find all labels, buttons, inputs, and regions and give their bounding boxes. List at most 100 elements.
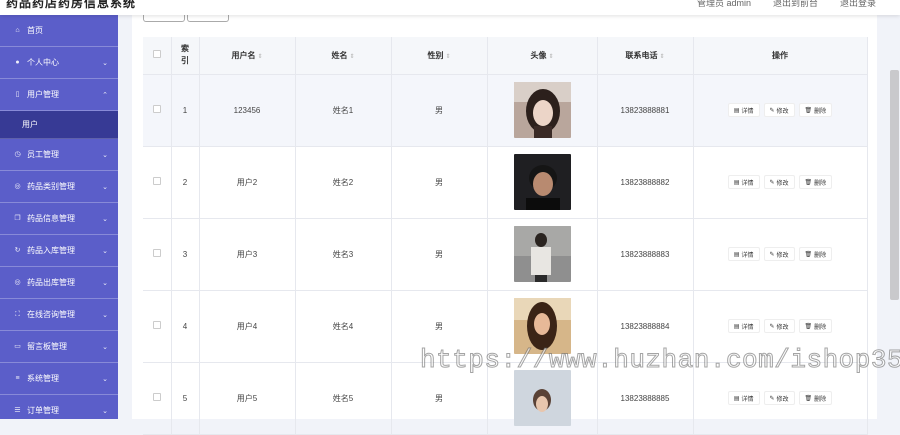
top-header: 药品药店药房信息系统 管理员 admin 退出到前台 退出登录 xyxy=(0,0,900,15)
detail-button[interactable]: ▤ 详情 xyxy=(727,391,760,405)
sidebar-item-label: 留言板管理 xyxy=(27,342,67,351)
row-select-cell xyxy=(143,290,172,363)
edit-label: 修改 xyxy=(776,396,789,403)
delete-button[interactable]: 🗑 删除 xyxy=(798,391,833,405)
trash-icon: 🗑 xyxy=(804,395,813,402)
row-checkbox[interactable] xyxy=(152,177,161,185)
delete-label: 删除 xyxy=(814,396,827,403)
column-header-gender[interactable]: 性别 ⇕ xyxy=(391,37,488,75)
cell-index: 1 xyxy=(171,74,200,147)
detail-button[interactable]: ▤ 详情 xyxy=(727,175,760,189)
list-icon: ☰ xyxy=(14,407,21,414)
table-row: 3 用户3 姓名3 男 13823888883 ▤ 详情 ✎ 修改 🗑 删除 xyxy=(143,218,868,291)
edit-button[interactable]: ✎ 修改 xyxy=(763,319,795,333)
sort-icon[interactable]: ⇕ xyxy=(548,54,553,60)
chevron-down-icon: ⌄ xyxy=(102,376,108,383)
sidebar-item-drug-info[interactable]: ❐ 药品信息管理 ⌄ xyxy=(0,203,118,235)
edit-button[interactable]: ✎ 修改 xyxy=(763,391,795,405)
cell-name: 姓名3 xyxy=(295,218,392,291)
row-select-cell xyxy=(143,362,172,435)
user-icon: ● xyxy=(15,59,20,66)
phone-icon: ▯ xyxy=(15,91,20,98)
sidebar-item-drug-stock-out[interactable]: ◎ 药品出库管理 ⌄ xyxy=(0,267,118,299)
delete-label: 删除 xyxy=(814,324,827,331)
cell-gender: 男 xyxy=(391,74,488,147)
vertical-scrollbar[interactable] xyxy=(890,70,899,300)
sidebar-item-user-management[interactable]: ▯ 用户管理 ⌃ xyxy=(0,79,118,111)
column-header-username[interactable]: 用户名 ⇕ xyxy=(199,37,296,75)
chevron-down-icon: ⌄ xyxy=(102,312,108,319)
column-header-avatar[interactable]: 头像 ⇕ xyxy=(487,37,598,75)
delete-button[interactable]: 🗑 删除 xyxy=(798,103,833,117)
cell-name: 姓名4 xyxy=(295,290,392,363)
back-to-frontend-link[interactable]: 退出到前台 xyxy=(773,0,818,9)
sidebar-item-message-board[interactable]: ▭ 留言板管理 ⌄ xyxy=(0,331,118,363)
watermark: https://www.huzhan.com/ishop3572 xyxy=(419,345,900,376)
row-checkbox[interactable] xyxy=(152,321,161,329)
sidebar-item-system[interactable]: ≡ 系统管理 ⌄ xyxy=(0,363,118,395)
sort-icon[interactable]: ⇕ xyxy=(445,54,450,60)
delete-button[interactable]: 🗑 删除 xyxy=(798,319,833,333)
detail-button[interactable]: ▤ 详情 xyxy=(727,247,760,261)
sort-icon[interactable]: ⇕ xyxy=(349,54,354,60)
delete-label: 删除 xyxy=(814,252,827,259)
select-all-checkbox[interactable] xyxy=(152,50,161,59)
sidebar-item-online-consult[interactable]: ⛶ 在线咨询管理 ⌄ xyxy=(0,299,118,331)
detail-button[interactable]: ▤ 详情 xyxy=(727,319,760,333)
edit-button[interactable]: ✎ 修改 xyxy=(763,103,795,117)
chevron-down-icon: ⌄ xyxy=(102,216,108,223)
cell-phone: 13823888882 xyxy=(597,146,694,219)
cell-name: 姓名2 xyxy=(295,146,392,219)
sort-icon[interactable]: ⇕ xyxy=(659,54,664,60)
delete-button[interactable]: 🗑 删除 xyxy=(798,247,833,261)
detail-icon: ▤ xyxy=(733,323,740,330)
column-header-label: 用户名 xyxy=(231,50,256,60)
row-checkbox[interactable] xyxy=(152,393,161,401)
avatar xyxy=(513,82,571,138)
sidebar-item-home[interactable]: ⌂ 首页 xyxy=(0,15,118,47)
select-all-cell xyxy=(143,37,172,75)
column-header-name[interactable]: 姓名 ⇕ xyxy=(295,37,392,75)
sidebar-item-label: 首页 xyxy=(27,26,43,35)
app-title: 药品药店药房信息系统 xyxy=(6,0,137,10)
sidebar-item-label: 订单管理 xyxy=(27,406,59,415)
sidebar-item-drug-stock-in[interactable]: ↻ 药品入库管理 ⌄ xyxy=(0,235,118,267)
delete-button[interactable]: 🗑 删除 xyxy=(798,175,833,189)
cell-index: 3 xyxy=(171,218,200,291)
sidebar-item-drug-category[interactable]: ◎ 药品类别管理 ⌄ xyxy=(0,171,118,203)
globe-icon: ◎ xyxy=(14,279,21,286)
cell-index: 4 xyxy=(171,290,200,363)
sidebar-item-label: 个人中心 xyxy=(27,58,59,67)
column-header-phone[interactable]: 联系电话 ⇕ xyxy=(597,37,694,75)
expand-icon: ⛶ xyxy=(15,311,20,318)
cell-actions: ▤ 详情 ✎ 修改 🗑 删除 xyxy=(693,218,868,291)
edit-icon: ✎ xyxy=(769,179,775,186)
sidebar-item-orders[interactable]: ☰ 订单管理 ⌄ xyxy=(0,395,118,419)
sidebar-item-staff[interactable]: ◷ 员工管理 ⌄ xyxy=(0,139,118,171)
chevron-down-icon: ⌄ xyxy=(102,408,108,415)
edit-button[interactable]: ✎ 修改 xyxy=(763,247,795,261)
row-checkbox[interactable] xyxy=(152,105,161,113)
sidebar-item-personal-center[interactable]: ● 个人中心 ⌄ xyxy=(0,47,118,79)
sidebar-item-label: 药品入库管理 xyxy=(27,246,75,255)
logout-link[interactable]: 退出登录 xyxy=(840,0,876,9)
detail-label: 详情 xyxy=(741,324,754,331)
database-icon: ≡ xyxy=(15,375,20,382)
edit-button[interactable]: ✎ 修改 xyxy=(763,175,795,189)
row-checkbox[interactable] xyxy=(152,249,161,257)
sidebar-item-label: 在线咨询管理 xyxy=(27,310,75,319)
cell-phone: 13823888881 xyxy=(597,74,694,147)
trash-icon: 🗑 xyxy=(804,251,813,258)
edit-icon: ✎ xyxy=(769,251,775,258)
admin-user-label: 管理员 admin xyxy=(696,0,751,8)
detail-button[interactable]: ▤ 详情 xyxy=(727,103,760,117)
chevron-down-icon: ⌄ xyxy=(102,280,108,287)
sidebar-subitem-users[interactable]: 用户 xyxy=(0,111,118,139)
edit-label: 修改 xyxy=(776,108,789,115)
detail-label: 详情 xyxy=(741,180,754,187)
edit-icon: ✎ xyxy=(769,395,775,402)
sort-icon[interactable]: ⇕ xyxy=(257,54,262,60)
sidebar-item-label: 员工管理 xyxy=(27,150,59,159)
chevron-down-icon: ⌄ xyxy=(102,184,108,191)
cell-name: 姓名5 xyxy=(295,362,392,435)
